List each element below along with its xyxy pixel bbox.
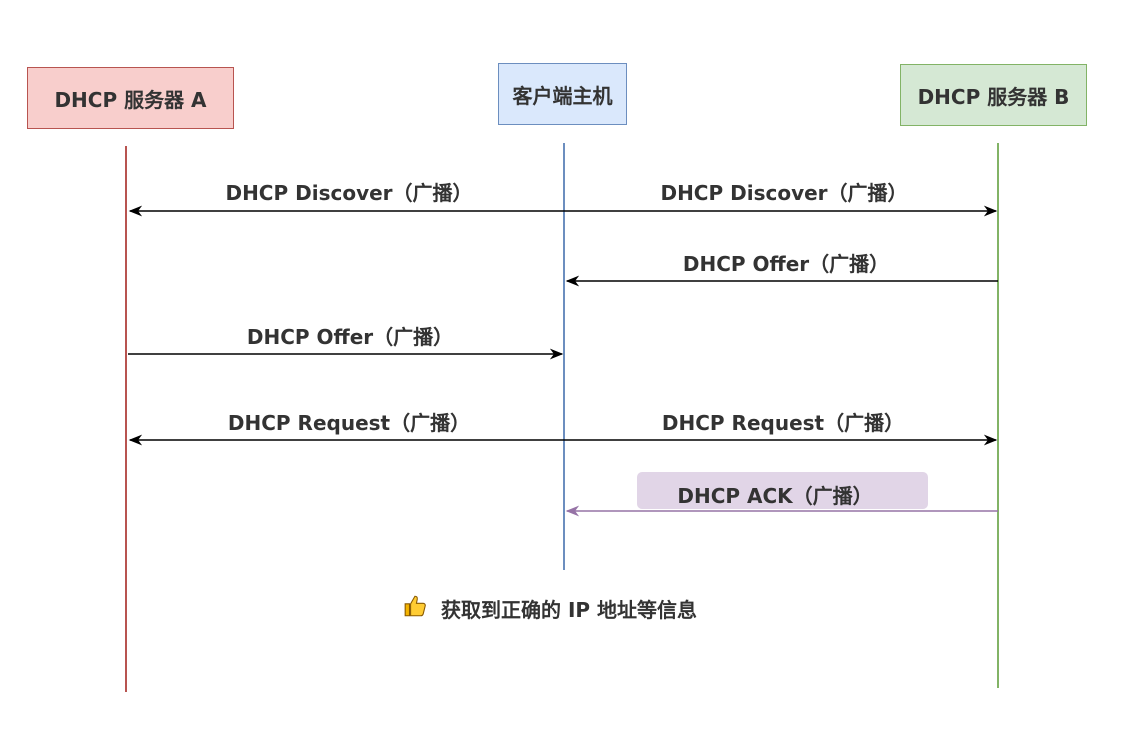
message-label-discover-a: DHCP Discover（广播）: [225, 181, 473, 205]
thumbs-up-icon: [403, 593, 429, 624]
sequence-diagram: [125, 143, 999, 692]
result-note: 获取到正确的 IP 地址等信息: [403, 593, 697, 624]
message-label-ack: DHCP ACK（广播）: [677, 484, 873, 508]
message-label-request-a: DHCP Request（广播）: [227, 411, 471, 435]
message-label-offer-a: DHCP Offer（广播）: [246, 325, 454, 349]
message-label-offer-b: DHCP Offer（广播）: [682, 252, 890, 276]
message-label-request-b: DHCP Request（广播）: [661, 411, 905, 435]
result-text: 获取到正确的 IP 地址等信息: [441, 598, 698, 622]
message-label-discover-b: DHCP Discover（广播）: [660, 181, 908, 205]
